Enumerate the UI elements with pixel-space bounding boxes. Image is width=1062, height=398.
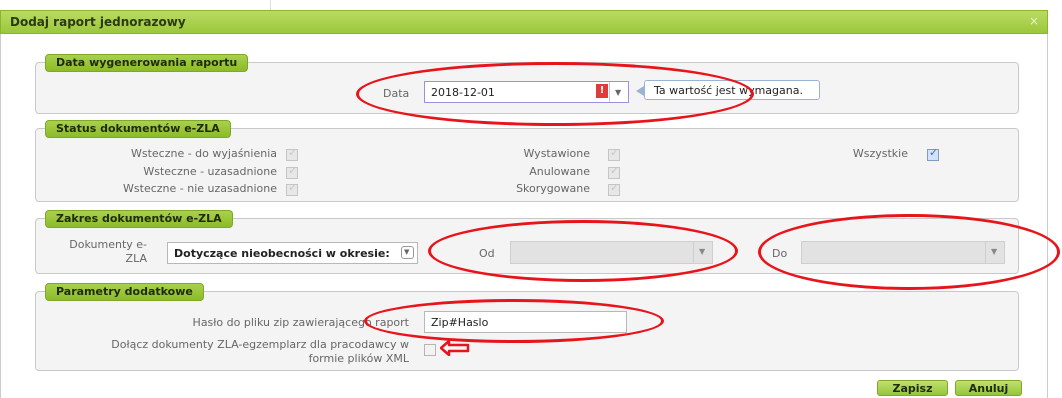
- check-icon: ✓: [288, 181, 298, 194]
- save-button[interactable]: Zapisz: [877, 380, 948, 396]
- docs-label-line2: ZLA: [125, 252, 147, 265]
- status-label-issued: Wystawione: [523, 147, 591, 160]
- check-icon: ✓: [610, 146, 620, 159]
- top-strip: [0, 0, 1062, 10]
- annotation-ellipse-from: [428, 220, 738, 282]
- status-label-back-justified: Wsteczne - uzasadnione: [143, 165, 277, 178]
- docs-scope-value: Dotyczące nieobecności w okresie:: [174, 247, 390, 260]
- annotation-ellipse-zip: [364, 299, 664, 343]
- check-icon: ✓: [610, 164, 620, 177]
- status-checkbox-issued[interactable]: ✓: [608, 146, 620, 161]
- date-legend: Data wygenerowania raportu: [45, 54, 249, 72]
- annotation-arrow-icon: [440, 340, 470, 356]
- attach-xml-checkbox[interactable]: [424, 344, 436, 356]
- dropdown-button[interactable]: ▼: [401, 246, 414, 259]
- status-legend: Status dokumentów e-ZLA: [45, 120, 231, 138]
- status-label-all: Wszystkie: [852, 147, 908, 160]
- check-icon: ✓: [288, 164, 298, 177]
- docs-scope-select[interactable]: Dotyczące nieobecności w okresie: ▼: [167, 242, 418, 264]
- status-checkbox-cancelled[interactable]: ✓: [608, 164, 620, 179]
- check-icon: ✓: [288, 146, 298, 159]
- status-label-back-explain: Wsteczne - do wyjaśnienia: [130, 147, 277, 160]
- divider: [270, 0, 271, 10]
- dialog-titlebar: Dodaj raport jednorazowy ×: [0, 10, 1048, 34]
- status-checkbox-all[interactable]: ✓: [927, 146, 939, 161]
- status-label-corrected: Skorygowane: [516, 182, 590, 195]
- attach-xml-label-line1: Dołącz dokumenty ZLA-egzemplarz dla prac…: [111, 338, 409, 351]
- status-checkbox-back-justified[interactable]: ✓: [286, 164, 298, 179]
- annotation-ellipse-date: [356, 62, 754, 126]
- status-label-back-unjustified: Wsteczne - nie uzasadnione: [123, 182, 277, 195]
- check-icon: ✓: [929, 146, 939, 159]
- range-legend: Zakres dokumentów e-ZLA: [45, 210, 233, 228]
- params-legend: Parametry dodatkowe: [45, 283, 204, 301]
- status-checkbox-corrected[interactable]: ✓: [608, 181, 620, 196]
- dialog-title: Dodaj raport jednorazowy: [10, 15, 186, 29]
- docs-label-line1: Dokumenty e-: [69, 238, 147, 251]
- status-label-cancelled: Anulowane: [529, 165, 590, 178]
- status-checkbox-back-unjustified[interactable]: ✓: [286, 181, 298, 196]
- cancel-button[interactable]: Anuluj: [955, 380, 1022, 396]
- chevron-down-icon: ▼: [404, 248, 410, 256]
- annotation-ellipse-to: [758, 214, 1060, 290]
- status-checkbox-back-explain[interactable]: ✓: [286, 146, 298, 161]
- close-icon[interactable]: ×: [1029, 14, 1039, 28]
- check-icon: ✓: [610, 181, 620, 194]
- attach-xml-label-line2: formie plików XML: [308, 352, 409, 365]
